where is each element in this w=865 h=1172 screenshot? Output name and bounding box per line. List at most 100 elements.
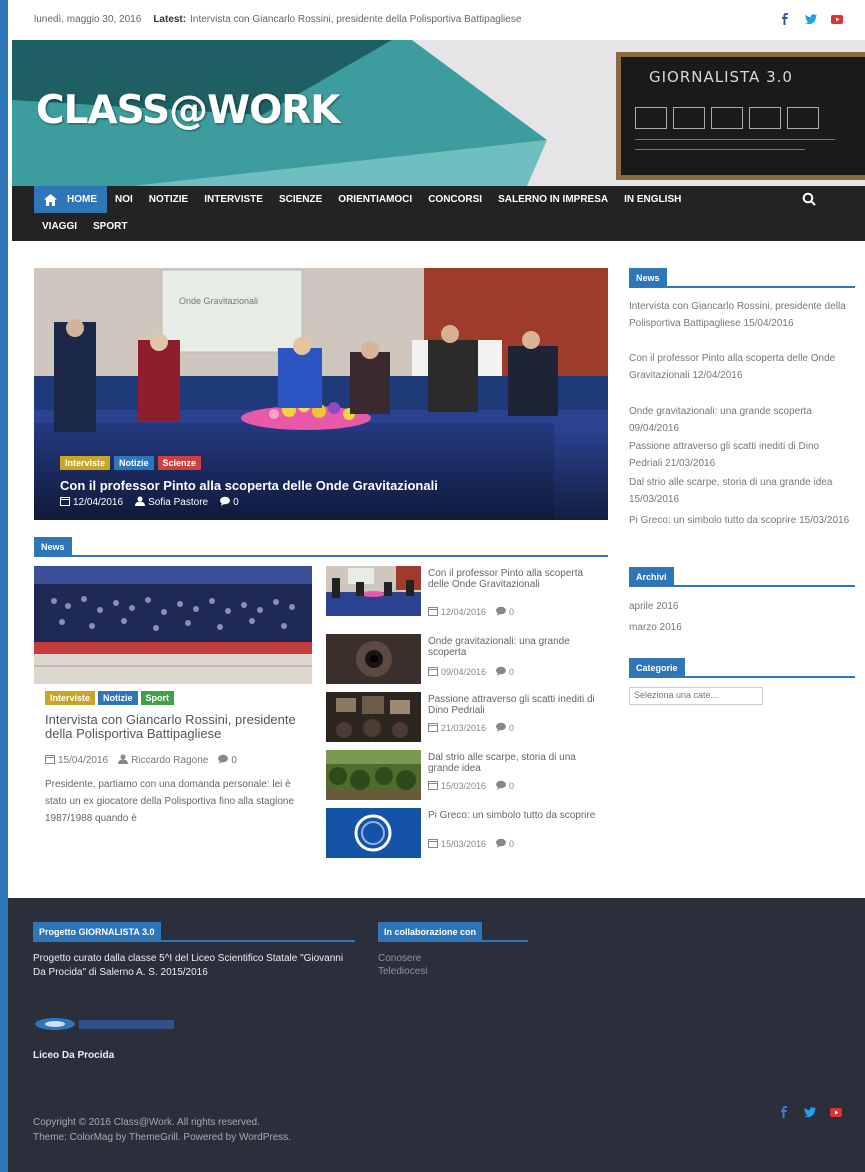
nav-item-noi[interactable]: NOI <box>107 186 141 213</box>
footer-partner-link[interactable]: Telediocesi <box>378 965 427 978</box>
news-list-date[interactable]: 12/04/2016 <box>441 607 486 617</box>
news-list-comments[interactable]: 0 <box>509 781 514 791</box>
news-thumb-photos[interactable] <box>326 692 421 742</box>
footer-partner-link[interactable]: Conosere <box>378 952 421 965</box>
news-list-meta: 21/03/2016 0 <box>428 722 514 733</box>
news-list-title[interactable]: Onde gravitazionali: una grande scoperta <box>428 636 598 658</box>
sidebar-news-link[interactable]: Dal strio alle scarpe, storia di una gra… <box>629 474 855 508</box>
chalkboard-banner: GIORNALISTA 3.0 <box>616 52 865 180</box>
site-header: CLASS@WORK GIORNALISTA 3.0 <box>12 40 865 186</box>
latest-label: Latest: <box>153 13 187 25</box>
news-list-comments[interactable]: 0 <box>509 723 514 733</box>
nav-item-concorsi[interactable]: CONCORSI <box>420 186 490 213</box>
categories-select[interactable]: Seleziona una cate... <box>629 687 763 705</box>
news-main-title[interactable]: Intervista con Giancarlo Rossini, presid… <box>45 713 307 741</box>
news-list-meta: 12/04/2016 0 <box>428 606 514 617</box>
news-list-comments[interactable]: 0 <box>509 839 514 849</box>
news-list-item[interactable]: Passione attraverso gli scatti inediti d… <box>326 692 608 744</box>
site-logo[interactable]: CLASS@WORK <box>36 88 341 133</box>
news-thumb-gravitational[interactable] <box>326 634 421 684</box>
news-list-item[interactable]: Onde gravitazionali: una grande scoperta… <box>326 634 608 686</box>
comment-icon <box>496 722 507 732</box>
chalkboard-title: GIORNALISTA 3.0 <box>649 68 793 86</box>
news-thumb-vineyard[interactable] <box>326 750 421 800</box>
slide-text: Onde Gravitazionali <box>179 296 258 306</box>
nav-item-scienze[interactable]: SCIENZE <box>271 186 330 213</box>
featured-author-text: Sofia Pastore <box>148 497 209 508</box>
tag-sport[interactable]: Sport <box>140 691 175 705</box>
news-list-meta: 09/04/2016 0 <box>428 666 514 677</box>
nav-item-sport[interactable]: SPORT <box>85 213 135 240</box>
news-main-author-text: Riccardo Ragone <box>131 755 209 766</box>
sidebar-categories-label: Categorie <box>629 658 685 678</box>
nav-item-viaggi[interactable]: VIAGGI <box>34 213 85 240</box>
tag-interviste[interactable]: Interviste <box>45 691 96 705</box>
sidebar-archive-link[interactable]: aprile 2016 <box>629 598 855 615</box>
featured-meta: 12/04/2016 Sofia Pastore 0 <box>60 496 239 508</box>
nav-item-notizie[interactable]: NOTIZIE <box>141 186 196 213</box>
news-list-title[interactable]: Dal strio alle scarpe, storia di una gra… <box>428 752 598 774</box>
sidebar-news-link[interactable]: Con il professor Pinto alla scoperta del… <box>629 350 855 384</box>
news-thumb-pi-logo[interactable] <box>326 808 421 858</box>
nav-item-salerno-in-impresa[interactable]: SALERNO IN IMPRESA <box>490 186 616 213</box>
theme-credit[interactable]: Theme: ColorMag by ThemeGrill. Powered b… <box>33 1130 291 1145</box>
news-list-title[interactable]: Pi Greco: un simbolo tutto da scoprire <box>428 810 598 821</box>
youtube-icon[interactable] <box>830 1106 842 1118</box>
news-heading-label[interactable]: News <box>34 537 72 557</box>
copyright-text: Copyright © 2016 Class@Work. All rights … <box>33 1117 260 1128</box>
news-list-item[interactable]: Pi Greco: un simbolo tutto da scoprire 1… <box>326 808 608 860</box>
news-thumb-conference[interactable] <box>326 566 421 616</box>
tag-scienze[interactable]: Scienze <box>157 456 202 470</box>
latest-news-link[interactable]: Intervista con Giancarlo Rossini, presid… <box>190 14 521 25</box>
school-name[interactable]: Liceo Da Procida <box>33 1049 114 1063</box>
sidebar-archive-link[interactable]: marzo 2016 <box>629 619 855 636</box>
featured-author[interactable]: Sofia Pastore <box>135 496 208 508</box>
sidebar-news-link[interactable]: Onde gravitazionali: una grande scoperta… <box>629 403 855 437</box>
sidebar-news-link[interactable]: Passione attraverso gli scatti inediti d… <box>629 438 855 472</box>
news-main-image[interactable] <box>34 566 312 684</box>
news-list-date[interactable]: 09/04/2016 <box>441 667 486 677</box>
nav-item-label: HOME <box>67 194 97 205</box>
tag-notizie[interactable]: Notizie <box>98 691 138 705</box>
calendar-icon <box>428 723 438 732</box>
nav-item-interviste[interactable]: INTERVISTE <box>196 186 271 213</box>
facebook-icon[interactable] <box>779 13 791 25</box>
youtube-icon[interactable] <box>831 13 843 25</box>
tag-interviste[interactable]: Interviste <box>60 456 111 470</box>
tag-notizie[interactable]: Notizie <box>114 456 154 470</box>
comment-icon <box>496 780 507 790</box>
news-list-title[interactable]: Con il professor Pinto alla scoperta del… <box>428 568 598 590</box>
news-list-date[interactable]: 15/03/2016 <box>441 781 486 791</box>
sidebar-news-link[interactable]: Pi Greco: un simbolo tutto da scoprire 1… <box>629 512 855 529</box>
footer-col2-label: In collaborazione con <box>378 922 483 942</box>
news-list-item[interactable]: Dal strio alle scarpe, storia di una gra… <box>326 750 608 802</box>
facebook-icon[interactable] <box>778 1106 790 1118</box>
featured-comments[interactable]: 0 <box>220 496 239 508</box>
news-list-item[interactable]: Con il professor Pinto alla scoperta del… <box>326 566 608 618</box>
comment-icon <box>218 754 229 764</box>
news-main-meta: 15/04/2016 Riccardo Ragone 0 <box>45 754 237 766</box>
sidebar-news-label: News <box>629 268 667 288</box>
news-main-date[interactable]: 15/04/2016 <box>45 754 108 766</box>
news-list-comments[interactable]: 0 <box>509 667 514 677</box>
news-list-date[interactable]: 21/03/2016 <box>441 723 486 733</box>
twitter-icon[interactable] <box>804 1106 816 1118</box>
news-main-tags: Interviste Notizie Sport <box>45 691 175 705</box>
sidebar-news-link[interactable]: Intervista con Giancarlo Rossini, presid… <box>629 298 855 332</box>
calendar-icon <box>428 667 438 676</box>
calendar-icon <box>45 755 55 764</box>
nav-item-home[interactable]: HOME <box>34 186 107 213</box>
news-list-comments[interactable]: 0 <box>509 607 514 617</box>
featured-slider[interactable]: Onde Gravitazionali Interviste Notizie S… <box>34 268 608 520</box>
search-icon[interactable] <box>802 192 816 206</box>
featured-date[interactable]: 12/04/2016 <box>60 496 123 508</box>
news-main-comments[interactable]: 0 <box>218 754 237 766</box>
news-list-title[interactable]: Passione attraverso gli scatti inediti d… <box>428 694 598 716</box>
news-list-date[interactable]: 15/03/2016 <box>441 839 486 849</box>
nav-item-in-english[interactable]: IN ENGLISH <box>616 186 689 213</box>
news-main-author[interactable]: Riccardo Ragone <box>118 754 208 766</box>
nav-item-orientiamoci[interactable]: ORIENTIAMOCI <box>330 186 420 213</box>
twitter-icon[interactable] <box>805 13 817 25</box>
featured-title[interactable]: Con il professor Pinto alla scoperta del… <box>60 478 438 493</box>
school-logo[interactable] <box>33 1014 178 1034</box>
